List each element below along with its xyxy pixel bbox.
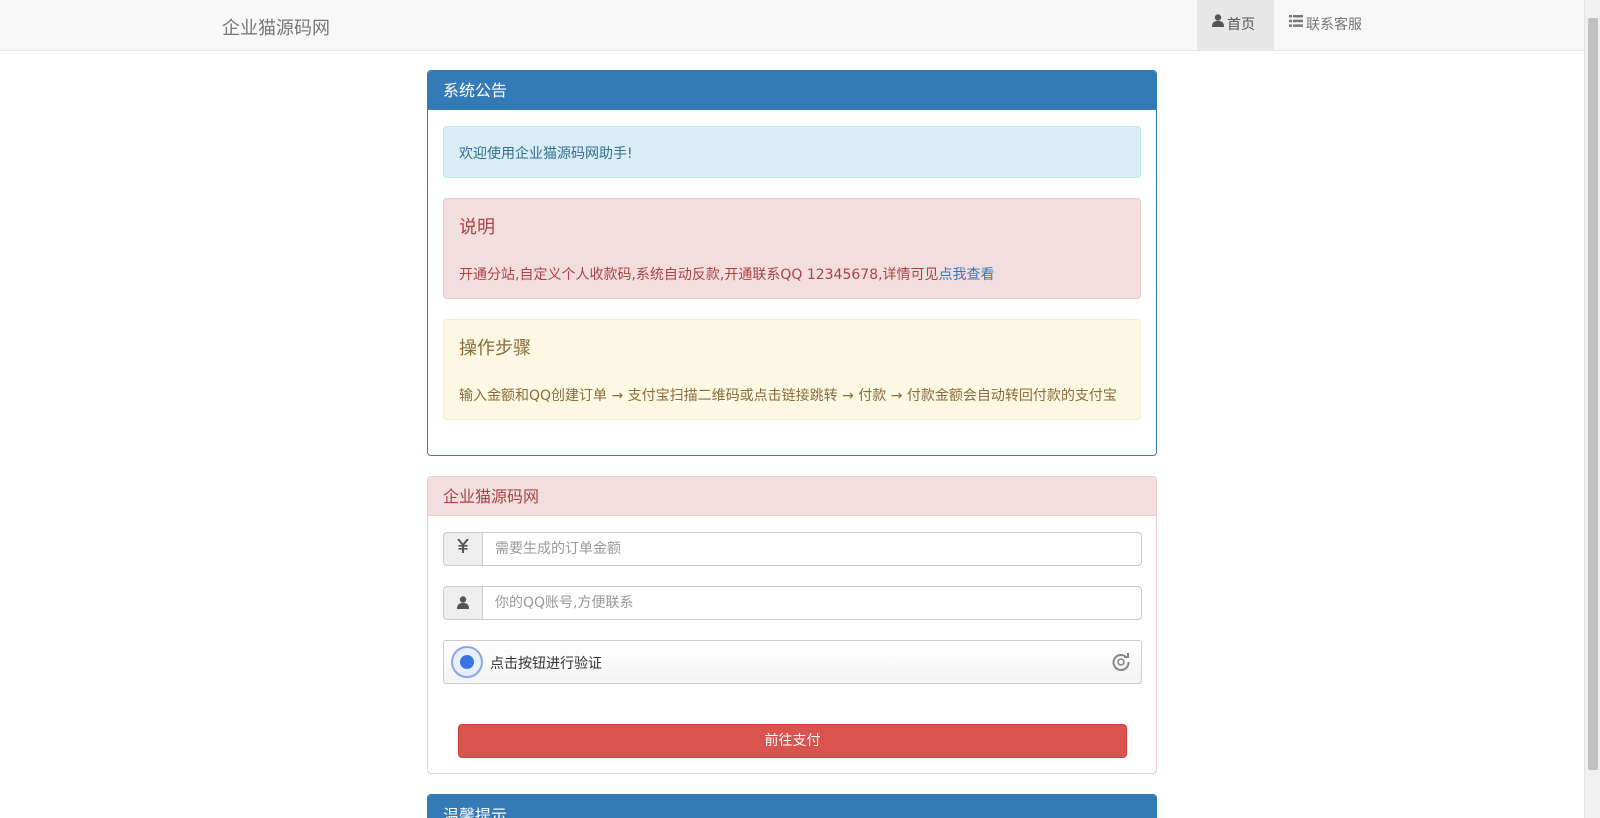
captcha-verify-button[interactable]: 点击按钮进行验证 (443, 640, 1142, 684)
user-icon (443, 586, 483, 620)
scrollbar-thumb[interactable] (1588, 18, 1598, 770)
qq-input[interactable] (482, 586, 1142, 620)
qq-input-group (443, 586, 1142, 620)
amount-input[interactable] (482, 532, 1142, 566)
view-details-link[interactable]: 点我查看 (939, 267, 995, 283)
order-panel-title: 企业猫源码网 (428, 477, 1156, 516)
description-body: 开通分站,自定义个人收款码,系统自动反款,开通联系QQ 12345678,详情可… (459, 267, 939, 283)
list-icon (1289, 0, 1303, 48)
captcha-indicator-icon (451, 646, 483, 678)
order-panel: 企业猫源码网 点击按钮进行验证 前往支付 (427, 476, 1157, 774)
notice-panel-title: 系统公告 (428, 71, 1156, 110)
captcha-label: 点击按钮进行验证 (490, 656, 602, 672)
nav-item-home[interactable]: 首页 (1197, 0, 1274, 50)
description-text: 开通分站,自定义个人收款码,系统自动反款,开通联系QQ 12345678,详情可… (459, 264, 995, 284)
pay-button[interactable]: 前往支付 (458, 724, 1127, 758)
top-navbar: 企业猫源码网 首页 联系客服 (0, 0, 1584, 51)
tips-panel-title: 温馨提示 (428, 795, 1156, 818)
tips-panel: 温馨提示 (427, 794, 1157, 818)
steps-text: 输入金额和QQ创建订单 → 支付宝扫描二维码或点击链接跳转 → 付款 → 付款金… (459, 388, 1117, 404)
amount-input-group (443, 532, 1142, 566)
user-icon (1212, 0, 1224, 48)
notice-panel: 系统公告 欢迎使用企业猫源码网助手! 说明 开通分站,自定义个人收款码,系统自动… (427, 70, 1157, 456)
nav-item-label: 联系客服 (1306, 17, 1362, 33)
nav-item-label: 首页 (1227, 17, 1255, 33)
steps-alert: 操作步骤 输入金额和QQ创建订单 → 支付宝扫描二维码或点击链接跳转 → 付款 … (443, 319, 1141, 420)
description-heading: 说明 (459, 217, 495, 238)
refresh-icon[interactable] (1111, 652, 1131, 676)
nav-item-contact-service[interactable]: 联系客服 (1274, 0, 1377, 50)
brand-title[interactable]: 企业猫源码网 (222, 14, 330, 40)
yen-icon (443, 532, 483, 566)
steps-heading: 操作步骤 (459, 338, 531, 359)
welcome-alert: 欢迎使用企业猫源码网助手! (443, 126, 1141, 178)
description-alert: 说明 开通分站,自定义个人收款码,系统自动反款,开通联系QQ 12345678,… (443, 198, 1141, 299)
welcome-text: 欢迎使用企业猫源码网助手! (459, 146, 633, 162)
vertical-scrollbar[interactable] (1584, 0, 1600, 818)
